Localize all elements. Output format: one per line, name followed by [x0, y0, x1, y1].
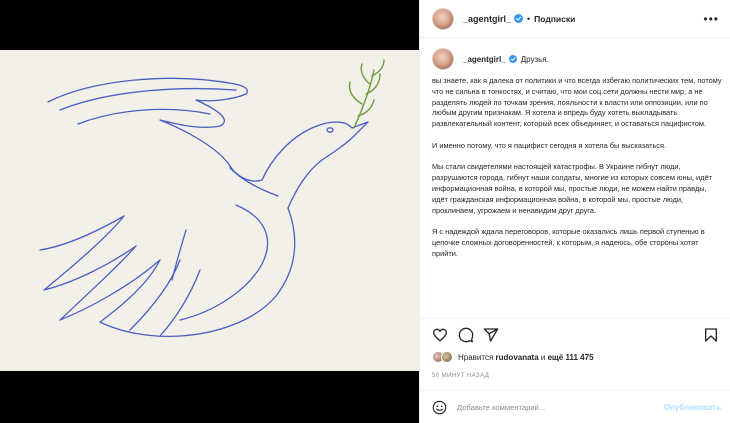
likes-prefix: Нравится — [458, 352, 494, 362]
verified-icon — [514, 14, 524, 23]
heart-icon[interactable] — [432, 327, 448, 343]
section-divider — [420, 318, 730, 319]
verified-icon — [508, 55, 517, 63]
likes-count[interactable]: ещё 111 475 — [548, 353, 594, 362]
post-header: _agentgirl_ • Подписки ••• — [420, 0, 730, 38]
caption-header: _agentgirl_ Друзья. — [432, 46, 722, 72]
post-media[interactable] — [0, 0, 419, 423]
comment-icon[interactable] — [458, 327, 474, 343]
action-bar — [420, 324, 730, 348]
caption-paragraph: И именно потому, что я пацифист сегодня … — [432, 140, 667, 150]
liker-username[interactable]: rudovanata — [496, 353, 539, 362]
likes-text[interactable]: Нравится rudovanata и ещё 111 475 — [458, 353, 594, 362]
following-button[interactable]: Подписки — [534, 14, 575, 24]
dove-drawing-image — [0, 50, 419, 371]
caption-body: вы знаете, как я далека от политики и чт… — [432, 76, 722, 260]
caption-paragraph: Я с надеждой ждала переговоров, которые … — [432, 227, 705, 258]
likes-row: Нравится rudovanata и ещё 111 475 — [432, 350, 594, 364]
author-avatar[interactable] — [432, 7, 454, 30]
emoji-icon[interactable] — [432, 400, 447, 415]
more-options-icon[interactable]: ••• — [703, 12, 719, 26]
post-timestamp[interactable]: 50 МИНУТ НАЗАД — [432, 372, 489, 379]
caption-avatar[interactable] — [432, 48, 454, 70]
bookmark-icon[interactable] — [703, 327, 719, 343]
comment-input[interactable] — [457, 402, 657, 412]
caption-username[interactable]: _agentgirl_ — [463, 55, 506, 64]
caption: _agentgirl_ Друзья. вы знаете, как я дал… — [432, 46, 722, 318]
caption-paragraph: вы знаете, как я далека от политики и чт… — [432, 76, 722, 129]
author-username[interactable]: _agentgirl_ — [463, 14, 511, 24]
comment-bar: Опубликовать — [420, 390, 730, 423]
post-side-panel: _agentgirl_ • Подписки ••• _agentgirl_ Д… — [419, 0, 730, 423]
share-icon[interactable] — [483, 327, 499, 343]
caption-first-line: Друзья. — [520, 54, 549, 64]
likes-middle: и — [540, 352, 546, 362]
liker-avatar — [441, 351, 453, 363]
publish-button[interactable]: Опубликовать — [664, 403, 721, 412]
caption-paragraph: Мы стали свидетелями настоящей катастроф… — [432, 162, 712, 215]
header-separator: • — [527, 13, 531, 24]
